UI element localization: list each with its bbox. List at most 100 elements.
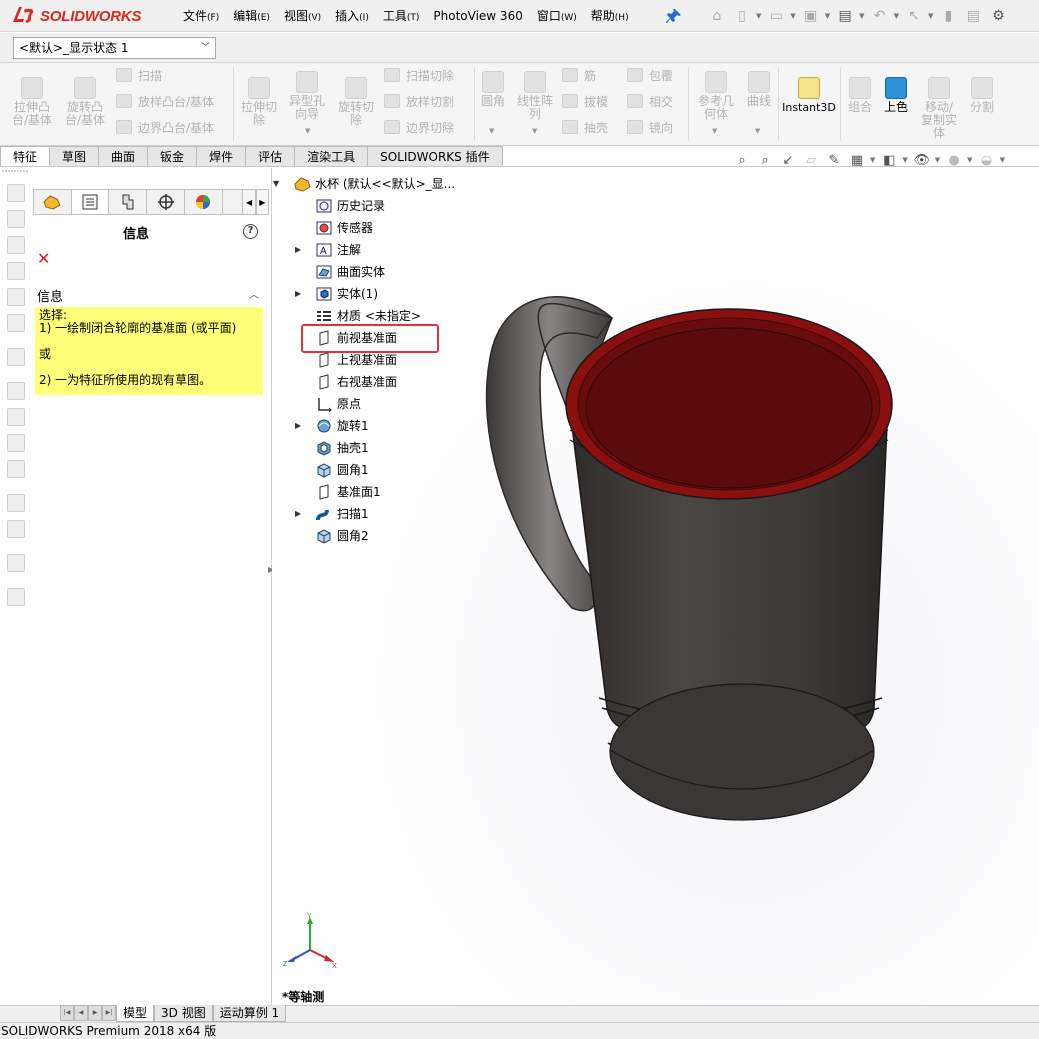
- cancel-close-icon[interactable]: ✕: [37, 249, 50, 268]
- move-copy-body-button[interactable]: 移动/ 复制实 体: [915, 77, 963, 140]
- revolve-cut-button[interactable]: 旋转切 除: [333, 77, 379, 127]
- revolve-boss-icon[interactable]: [7, 210, 25, 228]
- menu-file[interactable]: 文件(F): [176, 0, 226, 32]
- tab-sketch[interactable]: 草图: [50, 146, 100, 167]
- sweep-button[interactable]: 扫描: [116, 68, 162, 84]
- chevron-down-icon[interactable]: ▼: [532, 127, 537, 135]
- extrude-boss-icon[interactable]: [7, 184, 25, 202]
- undo-icon[interactable]: ↶: [869, 5, 891, 27]
- shell-button[interactable]: 抽壳: [562, 120, 608, 136]
- boundary-boss-button[interactable]: 边界凸台/基体: [116, 120, 214, 136]
- draft-icon[interactable]: [7, 588, 25, 606]
- display-style-icon[interactable]: ◧: [879, 151, 899, 169]
- display-state-dropdown[interactable]: <默认>_显示状态 1 ﹀: [13, 37, 216, 59]
- chevron-down-icon[interactable]: ▼: [712, 127, 717, 135]
- linear-pattern-button[interactable]: 线性阵 列: [512, 71, 558, 121]
- menu-tools[interactable]: 工具(T): [376, 0, 427, 32]
- tab-weldments[interactable]: 焊件: [197, 146, 247, 167]
- tab-configuration-manager[interactable]: [108, 189, 147, 215]
- draft-button[interactable]: 拔模: [562, 94, 608, 110]
- revolve-cut-icon[interactable]: [7, 288, 25, 306]
- appearance-button[interactable]: 上色: [879, 77, 913, 114]
- expand-arrow-icon[interactable]: ▼: [273, 174, 279, 194]
- expand-arrow-icon[interactable]: ▶: [295, 504, 301, 524]
- zoom-to-area-icon[interactable]: ⌕: [755, 151, 775, 169]
- curves-button[interactable]: 曲线: [742, 71, 776, 108]
- last-tab-icon[interactable]: ▶|: [102, 1005, 116, 1021]
- reference-geometry-button[interactable]: 参考几 何体: [694, 71, 738, 121]
- loft-icon[interactable]: [7, 262, 25, 280]
- apply-scene-icon[interactable]: ◒: [977, 151, 997, 169]
- expand-arrow-icon[interactable]: ▶: [295, 240, 301, 260]
- menu-edit[interactable]: 编辑(E): [226, 0, 277, 32]
- chevron-up-icon[interactable]: ︿: [249, 286, 259, 301]
- split-icon[interactable]: [7, 434, 25, 452]
- file-properties-icon[interactable]: ▤: [962, 5, 984, 27]
- rib-button[interactable]: 筋: [562, 68, 596, 84]
- tab-dimxpert-manager[interactable]: [146, 189, 184, 215]
- menu-photoview[interactable]: PhotoView 360: [426, 0, 529, 32]
- menu-help[interactable]: 帮助(H): [584, 0, 636, 32]
- expand-arrow-icon[interactable]: ▶: [295, 284, 301, 304]
- tab-features[interactable]: 特征: [0, 146, 51, 167]
- revolve-boss-button[interactable]: 旋转凸 台/基体: [61, 77, 109, 127]
- home-icon[interactable]: ⌂: [706, 5, 728, 27]
- help-icon[interactable]: ?: [243, 224, 258, 239]
- lofted-cut-button[interactable]: 放样切割: [384, 94, 454, 110]
- combine-button[interactable]: 组合: [843, 77, 877, 114]
- tab-more[interactable]: [221, 189, 243, 215]
- sketch-icon[interactable]: [7, 494, 25, 512]
- tab-evaluate[interactable]: 评估: [246, 146, 296, 167]
- wrap-button[interactable]: 包覆: [627, 68, 673, 84]
- pin-icon[interactable]: [666, 8, 682, 24]
- extrude-boss-button[interactable]: 拉伸凸 台/基体: [8, 77, 56, 127]
- mirror-icon[interactable]: [7, 382, 25, 400]
- instant3d-button[interactable]: Instant3D: [782, 77, 836, 114]
- view-orientation-icon[interactable]: ▦: [847, 151, 867, 169]
- tab-model[interactable]: 模型: [116, 1005, 155, 1022]
- edit-appearance-icon[interactable]: ●: [944, 151, 964, 169]
- tab-render-tools[interactable]: 渲染工具: [295, 146, 369, 167]
- tab-3d-views[interactable]: 3D 视图: [154, 1005, 213, 1022]
- fillet-button[interactable]: 圆角: [477, 71, 509, 108]
- options-gear-icon[interactable]: ⚙: [987, 5, 1009, 27]
- prev-tab-icon[interactable]: ◀: [74, 1005, 88, 1021]
- mirror-button[interactable]: 镜向: [627, 120, 673, 136]
- tab-sheet-metal[interactable]: 钣金: [148, 146, 198, 167]
- new-document-icon[interactable]: ▯: [731, 5, 753, 27]
- menu-view[interactable]: 视图(V): [277, 0, 328, 32]
- linear-pattern-icon[interactable]: [7, 348, 25, 366]
- tab-surfaces[interactable]: 曲面: [99, 146, 149, 167]
- save-icon[interactable]: ▣: [800, 5, 822, 27]
- tab-addins[interactable]: SOLIDWORKS 插件: [368, 146, 503, 167]
- chevron-down-icon[interactable]: ▼: [489, 127, 494, 135]
- tab-motion-study[interactable]: 运动算例 1: [212, 1005, 287, 1022]
- swept-cut-button[interactable]: 扫描切除: [384, 68, 454, 84]
- shell-icon[interactable]: [7, 314, 25, 332]
- hole-wizard-button[interactable]: 异型孔 向导: [284, 71, 330, 121]
- menu-window[interactable]: 窗口(W): [530, 0, 584, 32]
- tab-feature-manager[interactable]: [33, 189, 71, 215]
- select-pointer-icon[interactable]: ↖: [903, 5, 925, 27]
- move-copy-icon[interactable]: [7, 460, 25, 478]
- next-tab-icon[interactable]: ▶: [88, 1005, 102, 1021]
- rebuild-icon[interactable]: ▮: [937, 5, 959, 27]
- info-section-header[interactable]: 信息: [37, 286, 63, 305]
- open-folder-icon[interactable]: ▭: [765, 5, 787, 27]
- zoom-to-fit-icon[interactable]: ⌕: [732, 151, 752, 169]
- tab-scroll-left-icon[interactable]: ◀: [242, 189, 256, 215]
- solidworks-logo[interactable]: SOLIDWORKS: [10, 3, 155, 29]
- combine-icon[interactable]: [7, 408, 25, 426]
- sweep-icon[interactable]: [7, 236, 25, 254]
- tab-display-manager[interactable]: [183, 189, 222, 215]
- first-tab-icon[interactable]: |◀: [60, 1005, 74, 1021]
- previous-view-icon[interactable]: ↙: [778, 151, 798, 169]
- hide-show-items-icon[interactable]: 👁: [912, 151, 932, 169]
- chevron-down-icon[interactable]: ▼: [755, 127, 760, 135]
- loft-button[interactable]: 放样凸台/基体: [116, 94, 214, 110]
- tab-scroll-right-icon[interactable]: ▶: [255, 189, 269, 215]
- intersect-icon[interactable]: [7, 520, 25, 538]
- tab-property-manager[interactable]: [70, 189, 109, 215]
- panel-grip[interactable]: [0, 168, 33, 174]
- section-view-icon[interactable]: ▱: [801, 151, 821, 169]
